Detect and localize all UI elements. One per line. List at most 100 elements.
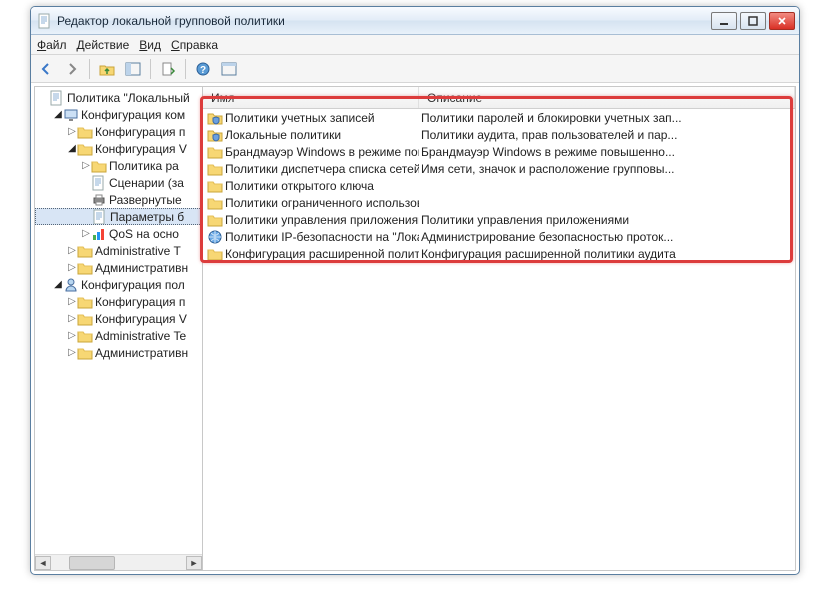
list-row[interactable]: Политики диспетчера списка сетейИмя сети… [203,160,795,177]
tree-item[interactable]: ◢ Конфигурация пол [35,276,202,293]
tree-item-label: Административн [95,346,188,360]
properties-button[interactable] [218,58,240,80]
list-row[interactable]: Локальные политики Политики аудита, прав … [203,126,795,143]
row-desc: Политики паролей и блокировки учетных за… [421,111,682,125]
row-name: Политики ограниченного использован... [225,196,419,210]
expand-icon[interactable]: ▷ [67,296,77,307]
tree-item-icon [77,294,93,310]
menu-view[interactable]: Вид [139,38,161,52]
tree-item-label: Конфигурация пол [81,278,185,292]
tree-item-label: Административн [95,261,188,275]
collapse-icon[interactable]: ◢ [67,143,77,154]
tree-item[interactable]: ▷ Политика ра [35,157,202,174]
tree-item[interactable]: ▷ Administrative Te [35,327,202,344]
menu-help[interactable]: Справка [171,38,218,52]
list-row[interactable]: Политики учетных записейПолитики паролей… [203,109,795,126]
menu-action[interactable]: Действие [77,38,130,52]
tree-item[interactable]: ▷Конфигурация п [35,123,202,140]
expand-icon[interactable]: ▷ [81,160,91,171]
scroll-right-button[interactable]: ► [186,556,202,570]
up-button[interactable] [96,58,118,80]
row-icon [207,212,223,228]
tree-item-icon [49,90,65,106]
list-row[interactable]: Политики ограниченного использован... [203,194,795,211]
tree-item-icon [92,209,108,225]
tree-item-label: Развернутые [109,193,182,207]
expand-icon[interactable]: ▷ [67,245,77,256]
tree-item-label: Параметры б [110,210,184,224]
menubar: Файл Действие Вид Справка [31,35,799,55]
row-name: Локальные политики [225,128,341,142]
tree-item-label: Конфигурация V [95,142,187,156]
tree-item-icon [77,328,93,344]
titlebar[interactable]: Редактор локальной групповой политики [31,7,799,35]
tree-item[interactable]: ▷Administrative T [35,242,202,259]
expand-icon[interactable]: ▷ [81,228,91,239]
tree-item-icon [77,345,93,361]
row-icon [207,178,223,194]
collapse-icon[interactable]: ◢ [53,109,63,120]
tree-item[interactable]: Параметры б [35,208,202,225]
tree-item-icon [77,260,93,276]
scroll-thumb[interactable] [69,556,115,570]
tree-item[interactable]: ▷ Административн [35,344,202,361]
tree-item-icon [77,243,93,259]
expand-icon[interactable]: ▷ [67,126,77,137]
tree-item-icon [91,175,107,191]
menu-file[interactable]: Файл [37,38,67,52]
tree-h-scrollbar[interactable]: ◄ ► [35,554,202,570]
row-desc: Политики аудита, прав пользователей и па… [421,128,677,142]
tree-item[interactable]: ▷ Конфигурация V [35,310,202,327]
expand-icon[interactable]: ▷ [67,330,77,341]
list-row[interactable]: Политики открытого ключа [203,177,795,194]
list-pane[interactable]: Имя Описание Политики учетных записейПол… [203,87,795,570]
tree-item-icon [91,158,107,174]
column-desc[interactable]: Описание [419,87,795,108]
tree-item-label: Сценарии (за [109,176,184,190]
close-button[interactable] [769,12,795,30]
row-icon [207,195,223,211]
tree-item-label: Administrative Te [95,329,186,343]
forward-button[interactable] [61,58,83,80]
scroll-left-button[interactable]: ◄ [35,556,51,570]
tree-item[interactable]: ▷QoS на осно [35,225,202,242]
list-row[interactable]: Политики IP-безопасности на "Локаль...Ад… [203,228,795,245]
tree-item-label: Конфигурация ком [81,108,185,122]
maximize-button[interactable] [740,12,766,30]
expand-icon[interactable]: ▷ [67,313,77,324]
row-icon [207,127,223,143]
column-name[interactable]: Имя [203,87,419,108]
tree-item-label: Конфигурация V [95,312,187,326]
list-row[interactable]: Конфигурация расширенной политик...Конфи… [203,245,795,262]
tree-item-icon [91,226,107,242]
export-button[interactable] [157,58,179,80]
tree-item-label: Конфигурация п [95,295,185,309]
expand-icon[interactable]: ▷ [67,262,77,273]
list-row[interactable]: Политики управления приложениямиПолитики… [203,211,795,228]
tree-item[interactable]: ▷ Конфигурация п [35,293,202,310]
scroll-track[interactable] [51,556,186,570]
tree-item-label: Политика ра [109,159,179,173]
tree-item[interactable]: Развернутые [35,191,202,208]
back-button[interactable] [35,58,57,80]
list-row[interactable]: Брандмауэр Windows в режиме повы...Бранд… [203,143,795,160]
tree-item[interactable]: ◢ Конфигурация V [35,140,202,157]
app-icon [37,13,53,29]
tree-item-icon [77,124,93,140]
main-window: Редактор локальной групповой политики Фа… [30,6,800,575]
tree-item[interactable]: Политика "Локальный [35,89,202,106]
row-icon [207,161,223,177]
tree-pane[interactable]: Политика "Локальный◢Конфигурация ком▷Кон… [35,87,203,570]
row-name: Конфигурация расширенной политик... [225,247,419,261]
expand-icon[interactable]: ▷ [67,347,77,358]
minimize-button[interactable] [711,12,737,30]
tree-item-icon [77,311,93,327]
tree-item[interactable]: ◢ Конфигурация ком [35,106,202,123]
row-name: Политики диспетчера списка сетей [225,162,419,176]
help-button[interactable] [192,58,214,80]
collapse-icon[interactable]: ◢ [53,279,63,290]
show-tree-button[interactable] [122,58,144,80]
tree-item[interactable]: Сценарии (за [35,174,202,191]
tree-item[interactable]: ▷ Административн [35,259,202,276]
row-icon [207,229,223,245]
